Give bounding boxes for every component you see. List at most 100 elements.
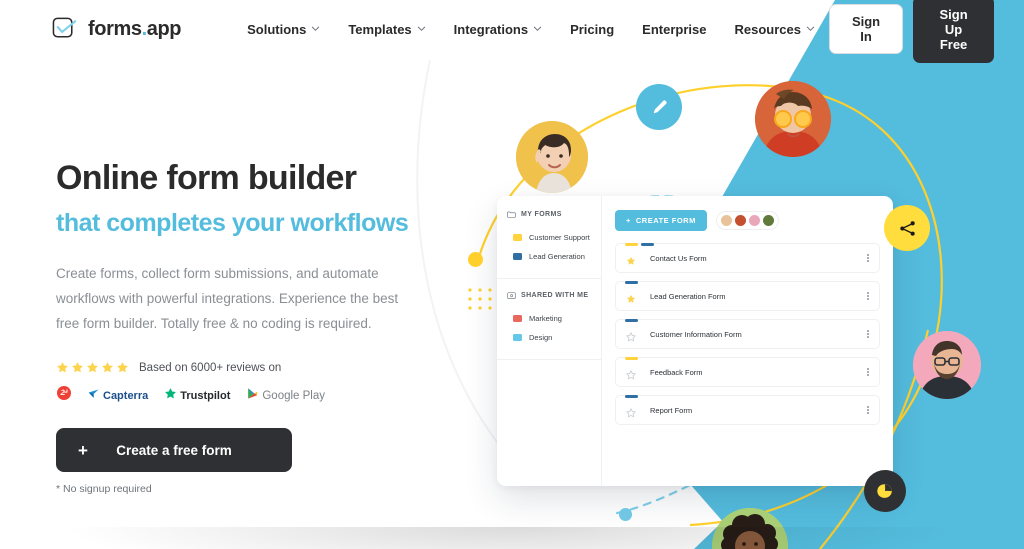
sidebar-item-label: Design bbox=[529, 333, 553, 342]
nav-item-resources[interactable]: Resources bbox=[720, 16, 828, 43]
shared-folder-icon bbox=[507, 291, 516, 300]
form-name: Lead Generation Form bbox=[650, 291, 726, 301]
nav-label: Enterprise bbox=[642, 21, 707, 37]
google-play-icon bbox=[246, 387, 259, 405]
sidebar-item-marketing[interactable]: Marketing bbox=[497, 309, 601, 328]
form-list-item[interactable]: Customer Information Form bbox=[615, 318, 880, 349]
avatar bbox=[761, 214, 775, 227]
more-options-icon[interactable] bbox=[867, 292, 869, 300]
review-logo-label: Trustpilot bbox=[180, 389, 231, 402]
nav-item-templates[interactable]: Templates bbox=[334, 16, 439, 43]
sidebar-group-my-forms: MY FORMS bbox=[497, 210, 601, 219]
trustpilot-star-icon bbox=[164, 387, 177, 405]
badge-analytics[interactable] bbox=[864, 470, 906, 512]
form-name: Report Form bbox=[650, 405, 693, 415]
cta-note: * No signup required bbox=[56, 483, 152, 496]
nav-item-integrations[interactable]: Integrations bbox=[440, 16, 556, 43]
sidebar-item-design[interactable]: Design bbox=[497, 328, 601, 347]
forms-app-logo-icon bbox=[52, 16, 79, 43]
page-title: Online form builder bbox=[56, 159, 357, 197]
sign-in-button[interactable]: Sign In bbox=[828, 4, 904, 54]
nav-item-pricing[interactable]: Pricing bbox=[556, 16, 628, 43]
landing-page: forms.app Solutions Templates Integratio… bbox=[0, 0, 1024, 549]
nav-label: Resources bbox=[734, 21, 801, 37]
cta-label: Create a free form bbox=[116, 442, 232, 458]
form-tag bbox=[625, 242, 638, 246]
mockup-sidebar: MY FORMS Customer Support Lead Generatio… bbox=[497, 196, 602, 486]
folder-color-swatch bbox=[513, 253, 522, 260]
form-tag bbox=[625, 280, 638, 284]
favorite-star-icon[interactable] bbox=[625, 367, 637, 380]
more-options-icon[interactable] bbox=[867, 254, 869, 262]
pencil-icon bbox=[653, 99, 667, 113]
avatar bbox=[719, 214, 733, 227]
star-rating bbox=[56, 361, 129, 374]
hero-content: Online form builder that completes your … bbox=[56, 158, 456, 495]
plus-icon: + bbox=[626, 216, 631, 225]
more-options-icon[interactable] bbox=[867, 368, 869, 376]
chevron-down-icon bbox=[417, 24, 426, 33]
sidebar-item-lead-generation[interactable]: Lead Generation bbox=[497, 247, 601, 266]
star-icon bbox=[86, 361, 99, 374]
nav-label: Templates bbox=[348, 21, 412, 37]
avatar bbox=[733, 214, 747, 227]
more-options-icon[interactable] bbox=[867, 330, 869, 338]
sign-up-free-button[interactable]: Sign Up Free bbox=[913, 0, 994, 63]
favorite-star-icon[interactable] bbox=[626, 253, 636, 265]
mockup-toolbar: + CREATE FORM bbox=[615, 210, 880, 231]
hero-description: Create forms, collect form submissions, … bbox=[56, 266, 399, 332]
sidebar-divider bbox=[497, 359, 601, 360]
plus-icon: + bbox=[78, 440, 88, 460]
badge-pencil[interactable] bbox=[636, 84, 682, 130]
site-header: forms.app Solutions Templates Integratio… bbox=[0, 0, 1024, 63]
star-icon bbox=[101, 361, 114, 374]
g2-icon bbox=[56, 385, 72, 406]
star-icon bbox=[71, 361, 84, 374]
reviews-rating-row: Based on 6000+ reviews on bbox=[56, 361, 456, 374]
avatar-man-beard bbox=[913, 331, 981, 399]
curve-node-yellow bbox=[468, 252, 483, 267]
nav-item-enterprise[interactable]: Enterprise bbox=[628, 16, 720, 43]
form-list-item[interactable]: Lead Generation Form bbox=[615, 280, 880, 311]
capterra-icon bbox=[88, 387, 100, 405]
curve-node-blue bbox=[619, 508, 632, 521]
reviews-count-label: Based on 6000+ reviews on bbox=[139, 361, 282, 374]
favorite-star-icon[interactable] bbox=[625, 329, 637, 342]
review-logo-trustpilot[interactable]: Trustpilot bbox=[164, 387, 230, 405]
avatar-woman-oranges bbox=[755, 81, 831, 157]
app-mockup: MY FORMS Customer Support Lead Generatio… bbox=[497, 196, 893, 486]
favorite-star-icon[interactable] bbox=[626, 291, 636, 303]
more-options-icon[interactable] bbox=[867, 406, 869, 414]
review-logo-google-play[interactable]: Google Play bbox=[246, 387, 325, 405]
nav-label: Pricing bbox=[570, 21, 615, 37]
logo[interactable]: forms.app bbox=[52, 16, 182, 43]
avatar bbox=[747, 214, 761, 227]
chevron-down-icon bbox=[806, 24, 815, 33]
create-free-form-button[interactable]: + Create a free form bbox=[56, 428, 292, 473]
review-platform-logos: Capterra Trustpilot Google Play bbox=[56, 385, 456, 406]
review-logo-g2[interactable] bbox=[56, 385, 72, 406]
sidebar-item-label: Marketing bbox=[529, 314, 562, 323]
review-logo-label: Google Play bbox=[262, 389, 326, 402]
review-logo-capterra[interactable]: Capterra bbox=[88, 387, 148, 405]
sidebar-group-label: SHARED WITH ME bbox=[521, 292, 589, 299]
collaborator-avatars[interactable] bbox=[715, 211, 779, 230]
main-navigation: Solutions Templates Integrations Pricing… bbox=[233, 16, 829, 43]
review-logo-label: Capterra bbox=[103, 389, 149, 402]
form-list-item[interactable]: Report Form bbox=[615, 394, 880, 425]
form-tag bbox=[625, 318, 638, 322]
sidebar-item-customer-support[interactable]: Customer Support bbox=[497, 228, 601, 247]
nav-label: Solutions bbox=[247, 21, 307, 37]
create-form-button[interactable]: + CREATE FORM bbox=[615, 210, 707, 231]
folder-color-swatch bbox=[513, 334, 522, 341]
form-list-item[interactable]: Feedback Form bbox=[615, 356, 880, 387]
badge-share[interactable] bbox=[884, 205, 930, 251]
favorite-star-icon[interactable] bbox=[625, 405, 637, 418]
reviews-block: Based on 6000+ reviews on Capterra Trust… bbox=[56, 361, 456, 406]
nav-item-solutions[interactable]: Solutions bbox=[233, 16, 334, 43]
folder-icon bbox=[507, 210, 516, 219]
create-form-label: CREATE FORM bbox=[635, 216, 696, 225]
pie-chart-icon bbox=[877, 484, 892, 498]
form-list-item[interactable]: Contact Us Form bbox=[615, 242, 880, 273]
page-subtitle: that completes your workflows bbox=[56, 209, 409, 238]
